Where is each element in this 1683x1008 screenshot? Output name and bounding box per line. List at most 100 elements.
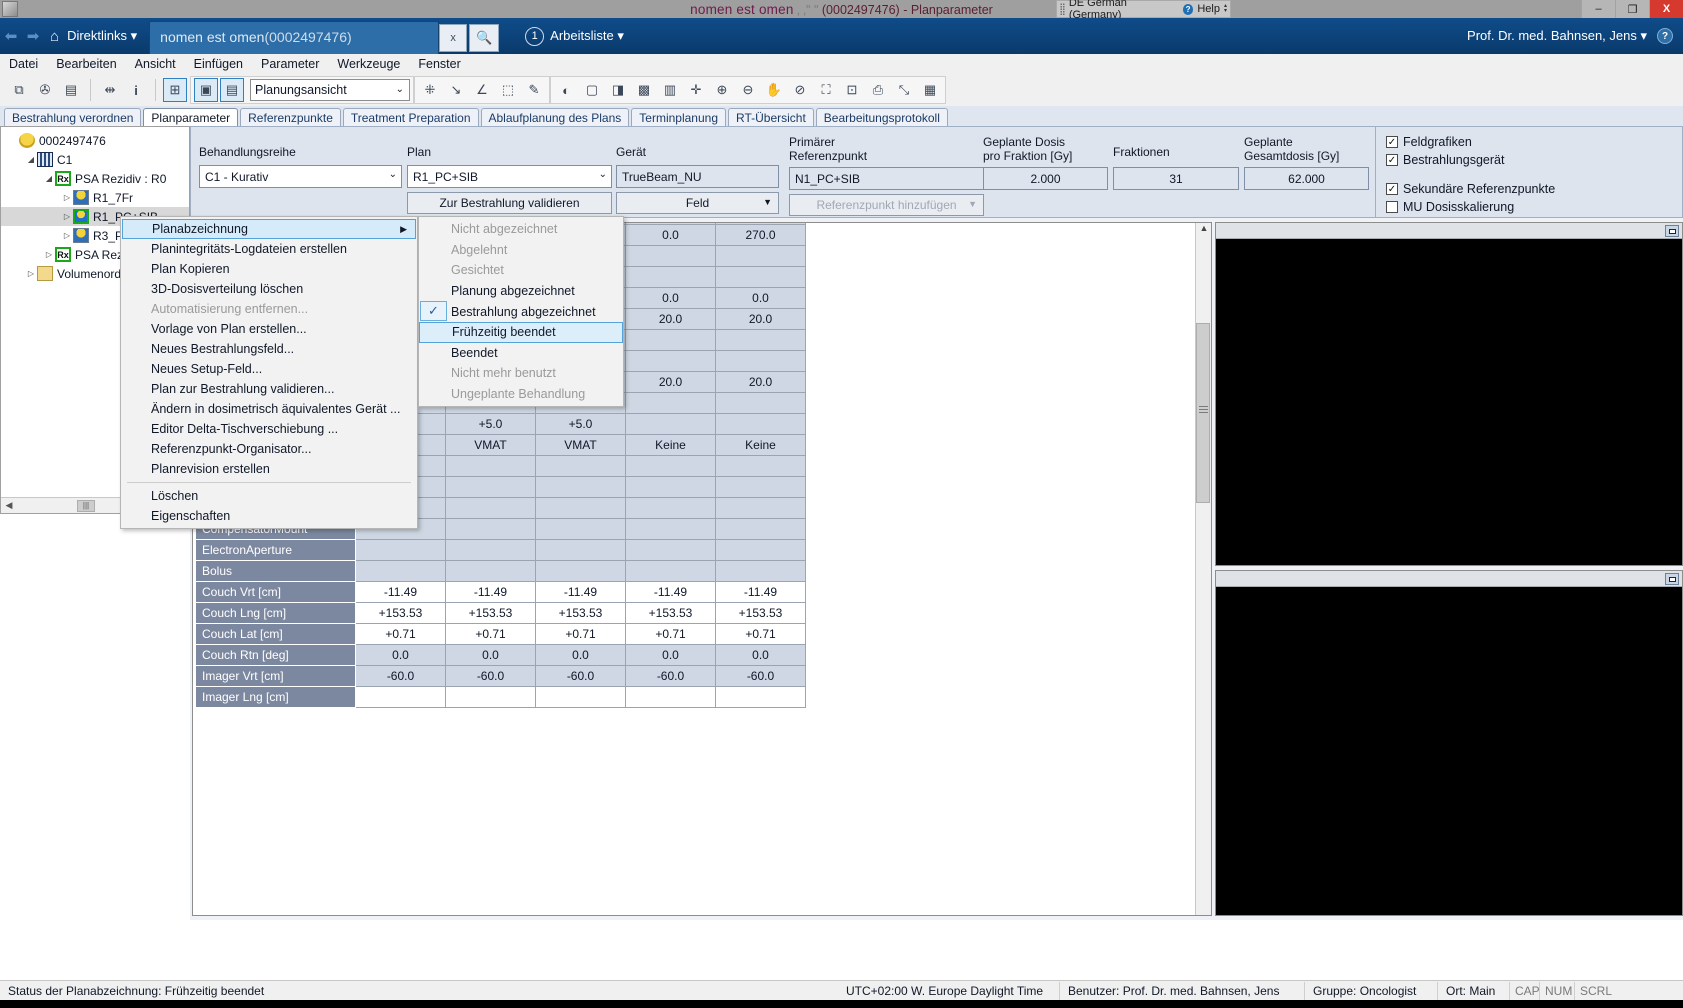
table-cell[interactable]	[626, 519, 716, 540]
table-cell[interactable]	[716, 519, 806, 540]
table-cell[interactable]: VMAT	[446, 435, 536, 456]
table-cell[interactable]	[626, 351, 716, 372]
table-cell[interactable]: VMAT	[536, 435, 626, 456]
table-cell[interactable]	[356, 540, 446, 561]
tree-expander-icon[interactable]: ▷	[43, 250, 55, 259]
table-cell[interactable]: -11.49	[356, 582, 446, 603]
menu-parameter[interactable]: Parameter	[252, 55, 328, 73]
table-cell[interactable]: Keine	[626, 435, 716, 456]
table-cell[interactable]	[716, 498, 806, 519]
zoom-out-icon[interactable]: ⊖	[736, 78, 760, 102]
tree-expander-icon[interactable]: ◢	[25, 155, 37, 164]
table-cell[interactable]	[716, 393, 806, 414]
table-cell[interactable]	[626, 456, 716, 477]
table-cell[interactable]	[446, 456, 536, 477]
tree-expander-icon[interactable]: ◢	[43, 174, 55, 183]
table-cell[interactable]	[446, 477, 536, 498]
image-down-icon[interactable]: ▣	[194, 78, 218, 102]
context-menu-item-editor-delta-tischverschiebung[interactable]: Editor Delta-Tischverschiebung ...	[121, 419, 417, 439]
table-cell[interactable]: +5.0	[446, 414, 536, 435]
menu-datei[interactable]: Datei	[0, 55, 47, 73]
tab-terminplanung[interactable]: Terminplanung	[631, 108, 726, 126]
copy-icon[interactable]: ⧉	[7, 78, 31, 102]
table-cell[interactable]: +153.53	[716, 603, 806, 624]
help-icon[interactable]: ?	[1183, 4, 1194, 15]
context-menu-item-plan-zur-bestrahlung-validieren[interactable]: Plan zur Bestrahlung validieren...	[121, 379, 417, 399]
table-cell[interactable]: 0.0	[716, 288, 806, 309]
table-cell[interactable]: +0.71	[626, 624, 716, 645]
table-vertical-scrollbar[interactable]: ▲	[1195, 223, 1211, 915]
scroll-up-icon[interactable]: ▲	[1196, 223, 1212, 239]
table-cell[interactable]: -11.49	[536, 582, 626, 603]
print-icon[interactable]: ⎙	[866, 78, 890, 102]
table-cell[interactable]	[446, 498, 536, 519]
validate-for-treatment-button[interactable]: Zur Bestrahlung validieren	[407, 192, 612, 214]
minimize-button[interactable]: –	[1581, 0, 1615, 18]
context-menu-item-l-schen[interactable]: Löschen	[121, 486, 417, 506]
table-cell[interactable]: 20.0	[626, 372, 716, 393]
tree-expander-icon[interactable]: ▷	[61, 193, 73, 202]
table-cell[interactable]	[626, 330, 716, 351]
table-cell[interactable]	[536, 561, 626, 582]
table-cell[interactable]	[536, 687, 626, 708]
table-cell[interactable]: 0.0	[446, 645, 536, 666]
context-menu-item-planrevision-erstellen[interactable]: Planrevision erstellen	[121, 459, 417, 479]
table-cell[interactable]: +0.71	[536, 624, 626, 645]
table-cell[interactable]	[716, 351, 806, 372]
table-cell[interactable]	[446, 540, 536, 561]
table-cell[interactable]	[536, 477, 626, 498]
pan-icon[interactable]: ✋	[762, 78, 786, 102]
table-cell[interactable]: -60.0	[356, 666, 446, 687]
collapse-icon[interactable]: ⤡	[892, 78, 916, 102]
field-graphic-viewport-top[interactable]	[1215, 222, 1683, 566]
table-cell[interactable]: 0.0	[626, 288, 716, 309]
table-cell[interactable]	[716, 477, 806, 498]
context-menu-item-neues-setup-feld[interactable]: Neues Setup-Feld...	[121, 359, 417, 379]
grid-icon[interactable]: ▦	[918, 78, 942, 102]
tree-node-r1-7fr[interactable]: ▷R1_7Fr	[1, 188, 189, 207]
table-cell[interactable]	[626, 498, 716, 519]
table-cell[interactable]	[536, 498, 626, 519]
table-cell[interactable]	[626, 414, 716, 435]
table-cell[interactable]	[626, 687, 716, 708]
ime-help-label[interactable]: Help	[1197, 3, 1220, 15]
table-cell[interactable]: 0.0	[626, 225, 716, 246]
table-cell[interactable]: -60.0	[536, 666, 626, 687]
table-cell[interactable]: +153.53	[536, 603, 626, 624]
tab-planparameter[interactable]: Planparameter	[143, 108, 238, 126]
table-cell[interactable]	[716, 687, 806, 708]
table-cell[interactable]	[716, 414, 806, 435]
table-cell[interactable]	[716, 330, 806, 351]
tab-treatment-preparation[interactable]: Treatment Preparation	[343, 108, 479, 126]
table-cell[interactable]: +0.71	[716, 624, 806, 645]
table-cell[interactable]: 0.0	[356, 645, 446, 666]
slab-icon[interactable]: ▥	[658, 78, 682, 102]
angle-icon[interactable]: ∠	[470, 78, 494, 102]
table-cell[interactable]	[716, 561, 806, 582]
restore-button[interactable]: ❐	[1615, 0, 1649, 18]
user-menu[interactable]: Prof. Dr. med. Bahnsen, Jens ▾ ?	[1467, 28, 1673, 44]
checkbox-mu-dosisskalierung[interactable]: MU Dosisskalierung	[1386, 200, 1514, 214]
table-cell[interactable]	[446, 687, 536, 708]
table-cell[interactable]	[626, 540, 716, 561]
table-cell[interactable]	[716, 267, 806, 288]
table-cell[interactable]: +153.53	[626, 603, 716, 624]
behandlungsreihe-select[interactable]: C1 - Kurativ ⌄	[199, 165, 402, 188]
context-menu-item-planabzeichnung[interactable]: Planabzeichnung▶	[122, 219, 416, 239]
context-menu-item-vorlage-von-plan-erstellen[interactable]: Vorlage von Plan erstellen...	[121, 319, 417, 339]
tab-bearbeitungsprotokoll[interactable]: Bearbeitungsprotokoll	[816, 108, 948, 126]
scroll-left-icon[interactable]: ◀	[1, 500, 17, 511]
feld-dropdown-button[interactable]: Feld ▼	[616, 192, 779, 214]
image-in-icon[interactable]: ▤	[220, 78, 244, 102]
table-cell[interactable]	[626, 267, 716, 288]
table-cell[interactable]: +0.71	[356, 624, 446, 645]
fit-icon[interactable]: ⛶	[814, 78, 838, 102]
tree-expander-icon[interactable]: ▷	[25, 269, 37, 278]
table-cell[interactable]	[626, 477, 716, 498]
field-graphic-viewport-bottom[interactable]	[1215, 570, 1683, 916]
add-point-icon[interactable]: ⁜	[418, 78, 442, 102]
tab-referenzpunkte[interactable]: Referenzpunkte	[240, 108, 341, 126]
table-cell[interactable]	[626, 561, 716, 582]
direktlinks-menu[interactable]: Direktlinks ▾	[67, 28, 137, 44]
table-cell[interactable]: +153.53	[356, 603, 446, 624]
